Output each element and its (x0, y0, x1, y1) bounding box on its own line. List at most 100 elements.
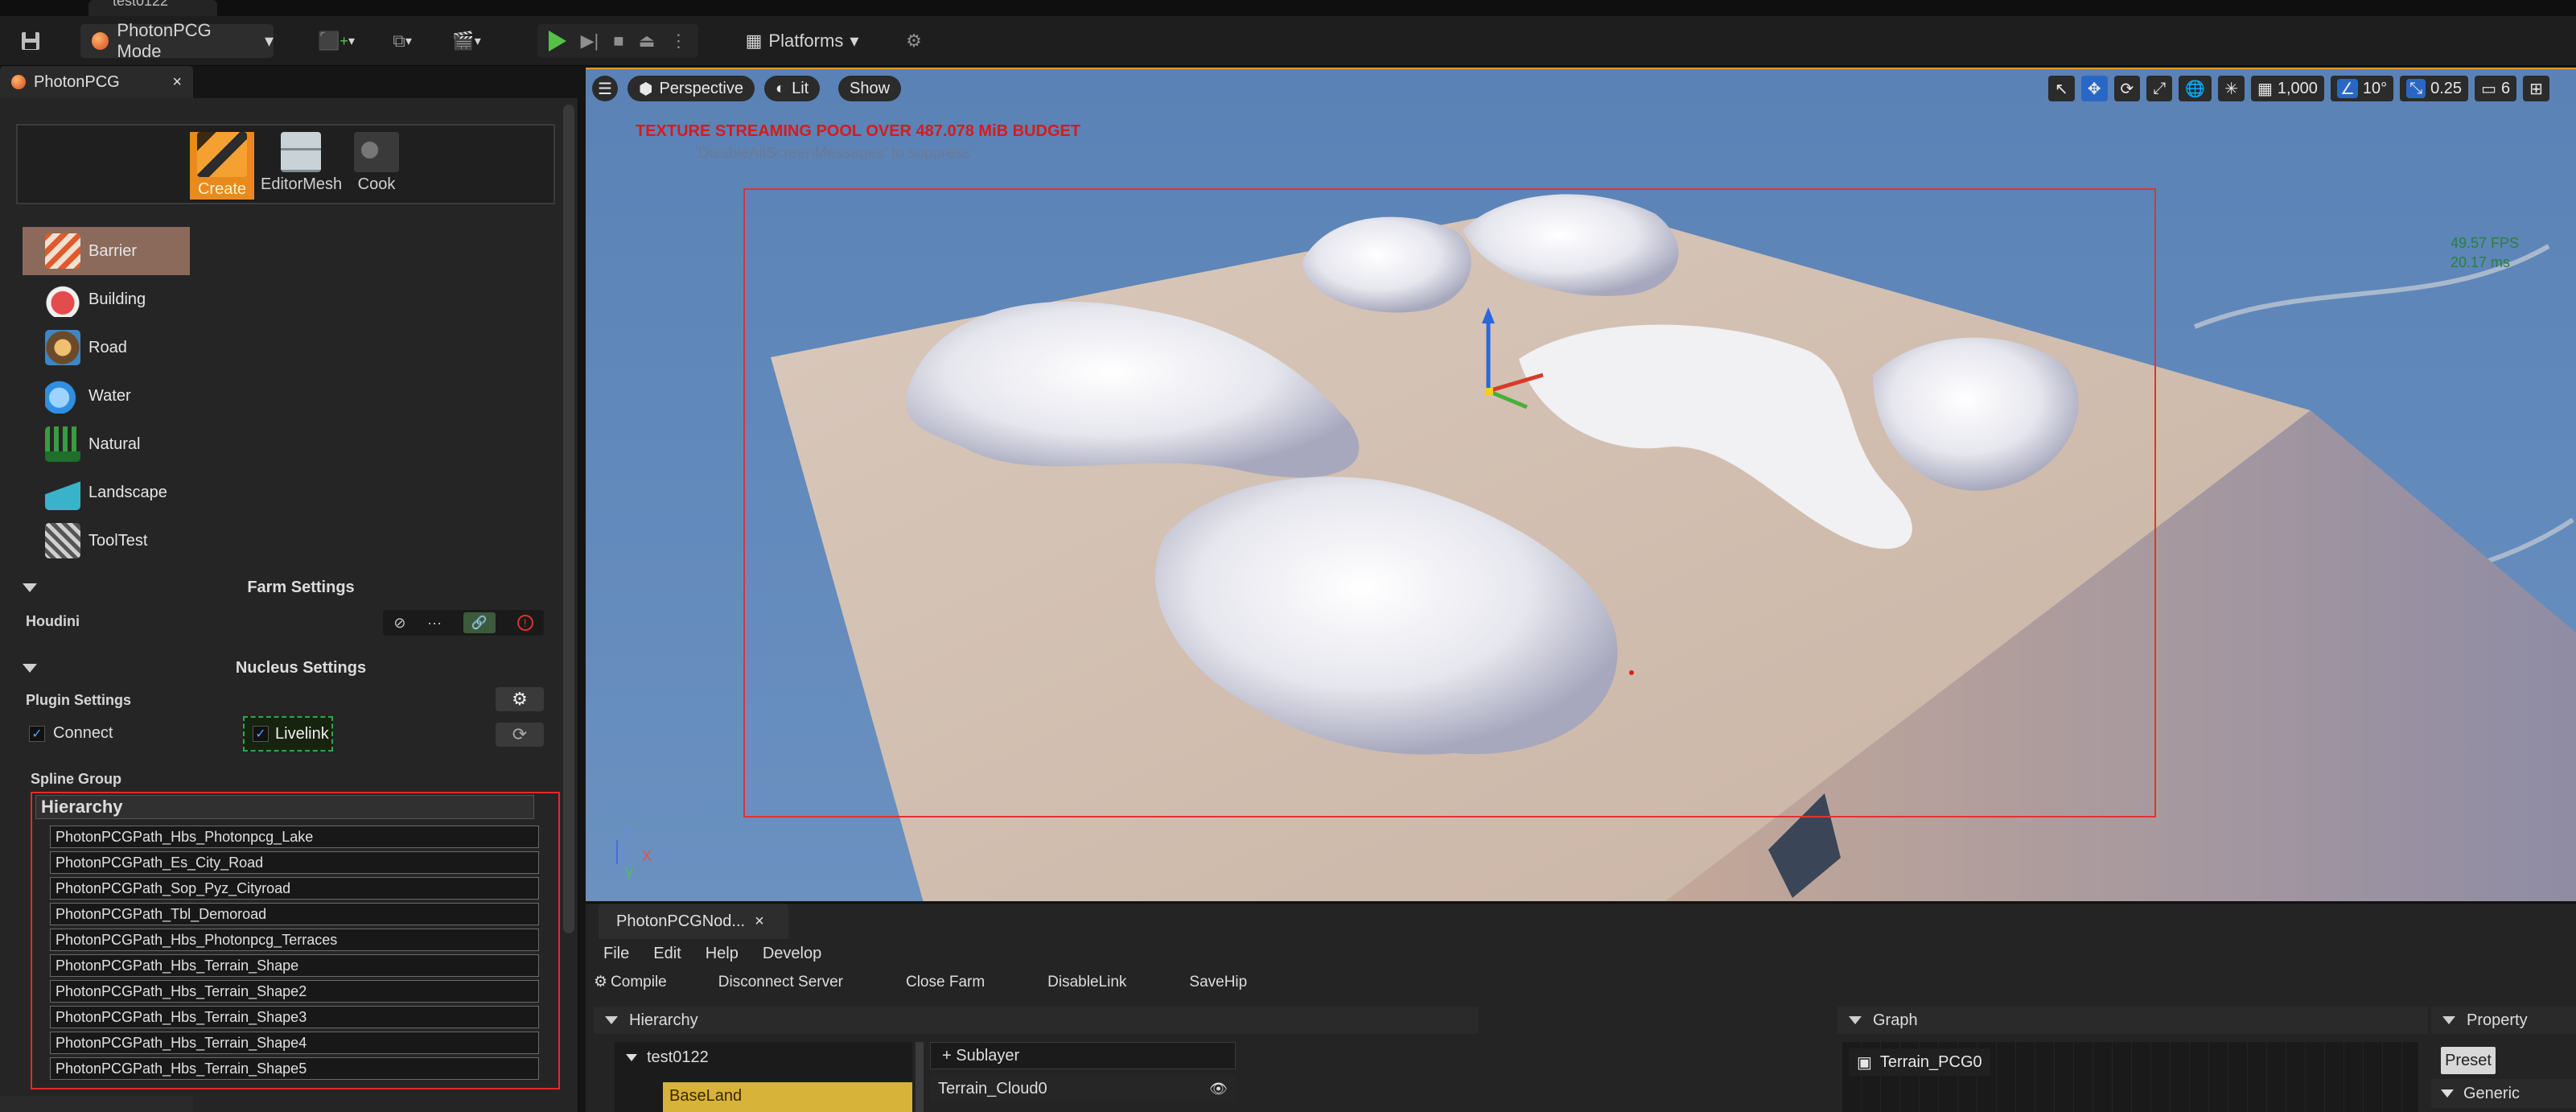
perspective-button[interactable]: ⬢ Perspective (628, 76, 755, 101)
step-icon[interactable]: ▶| (581, 31, 599, 51)
property-title: Property (2467, 1011, 2528, 1029)
list-item[interactable]: PhotonPCGPath_Hbs_Photonpcg_Terraces (50, 929, 539, 951)
list-item[interactable]: PhotonPCGPath_Hbs_Terrain_Shape3 (50, 1006, 539, 1028)
compile-button[interactable]: Compile (611, 974, 667, 991)
menu-help[interactable]: Help (706, 945, 739, 963)
add-sublayer-button[interactable]: + Sublayer (930, 1042, 1236, 1069)
category-item-road[interactable]: Road (23, 323, 190, 372)
category-item-water[interactable]: Water (23, 372, 190, 420)
category-item-landscape[interactable]: Landscape (23, 468, 190, 517)
more-options-icon[interactable]: ⋮ (669, 31, 687, 51)
viewport-menu-icon[interactable]: ☰ (592, 76, 618, 101)
eye-icon[interactable]: 👁 (1209, 1081, 1228, 1098)
category-item-natural[interactable]: Natural (23, 420, 190, 468)
preset-button[interactable]: Preset (2441, 1047, 2496, 1074)
menu-file[interactable]: File (603, 945, 629, 963)
select-icon[interactable]: ↖ (2048, 76, 2075, 101)
cinematics-icon[interactable]: 🎬 ▾ (442, 24, 491, 58)
photonpcg-tab[interactable]: PhotonPCG × (0, 66, 193, 98)
level-viewport[interactable]: ☰ ⬢ Perspective ◐ Lit Show ↖ ✥ ⟳ ⤢ 🌐 ✳ ▦ 1,… (586, 68, 2576, 901)
tree-item-selected[interactable]: BaseLand (663, 1082, 912, 1112)
link-icon[interactable]: 🔗 (463, 612, 496, 633)
rotation-snap-button[interactable]: ∠ 10° (2330, 76, 2394, 101)
axis-z-line (616, 840, 618, 864)
livelink-toggle[interactable]: ✓ Livelink (243, 716, 333, 752)
list-item[interactable]: PhotonPCGPath_Hbs_Terrain_Shape (50, 954, 539, 977)
generic-section-header[interactable]: Generic (2431, 1079, 2576, 1108)
mode-dropdown[interactable]: PhotonPCG Mode ▾ (80, 20, 274, 61)
lit-button[interactable]: ◐ Lit (764, 76, 821, 101)
show-button[interactable]: Show (838, 76, 902, 101)
scale-icon[interactable]: ⤢ (2146, 76, 2173, 101)
farm-settings-header[interactable]: Farm Settings (23, 573, 553, 602)
list-item[interactable]: PhotonPCGPath_Hbs_Terrain_Shape5 (50, 1057, 539, 1080)
close-icon[interactable]: × (172, 73, 182, 92)
cook-tab[interactable]: Cook (344, 132, 409, 194)
axis-gizmo: Z X Y (603, 826, 652, 882)
world-icon[interactable]: 🌐 (2179, 76, 2212, 101)
graph-node[interactable]: ▣ Terrain_PCG0 (1849, 1048, 1990, 1076)
add-actor-icon[interactable]: ⬛ + ▾ (312, 24, 360, 58)
splitter[interactable] (916, 1042, 924, 1112)
unlink-icon[interactable]: ⊘ (393, 615, 405, 632)
grid-icon: ▦ (2257, 80, 2273, 98)
list-item[interactable]: PhotonPCGPath_Hbs_Photonpcg_Lake (50, 826, 539, 848)
settings-icon[interactable]: ⚙ (896, 24, 932, 58)
disable-link-button[interactable]: DisableLink (1047, 974, 1126, 991)
menu-develop[interactable]: Develop (763, 945, 821, 963)
list-item[interactable]: PhotonPCGPath_Tbl_Demoroad (50, 903, 539, 925)
surface-snap-icon[interactable]: ✳ (2218, 76, 2245, 101)
disconnect-server-button[interactable]: Disconnect Server (718, 974, 843, 991)
cube-icon: ⬢ (639, 80, 653, 98)
houdini-farm-buttons: ⊘ ··· 🔗 ! (383, 610, 544, 636)
platforms-dropdown[interactable]: ▦ Platforms ▾ (734, 24, 870, 58)
camera-speed-button[interactable]: ▭ 6 (2475, 76, 2517, 101)
livelink-checkbox[interactable]: ✓ (253, 726, 269, 742)
scale-snap-button[interactable]: ⤡ 0.25 (2400, 76, 2469, 101)
create-tab[interactable]: Create (190, 132, 254, 200)
menu-edit[interactable]: Edit (653, 945, 681, 963)
list-item[interactable]: PhotonPCGPath_Sop_Pyz_Cityroad (50, 877, 539, 900)
eject-icon[interactable]: ⏏ (639, 31, 656, 51)
connect-checkbox[interactable]: ✓ (29, 726, 45, 742)
blueprint-icon[interactable]: ⧉ ▾ (378, 24, 426, 58)
left-panel-scrollbar[interactable] (563, 105, 574, 933)
hierarchy-section-header[interactable]: Hierarchy (594, 1007, 1479, 1034)
tree-root-item[interactable]: test0122 (626, 1048, 709, 1067)
category-item-building[interactable]: Building (23, 275, 190, 323)
category-item-barrier[interactable]: Barrier (23, 227, 190, 275)
refresh-icon[interactable]: ⟳ (496, 723, 544, 747)
list-item[interactable]: PhotonPCGPath_Es_City_Road (50, 851, 539, 874)
node-icon: ▣ (1857, 1053, 1872, 1072)
close-farm-button[interactable]: Close Farm (906, 974, 985, 991)
close-icon[interactable]: × (755, 912, 764, 931)
list-item[interactable]: PhotonPCGPath_Hbs_Terrain_Shape2 (50, 980, 539, 1003)
category-item-tooltest[interactable]: ToolTest (23, 517, 190, 565)
generic-label: Generic (2463, 1084, 2520, 1102)
move-icon[interactable]: ✥ (2080, 76, 2108, 101)
more-icon[interactable]: ··· (427, 615, 442, 632)
stop-icon[interactable]: ■ (613, 31, 623, 51)
photonpcg-node-tab-label: PhotonPCGNod... (616, 912, 746, 930)
graph-section-header[interactable]: Graph (1837, 1007, 2428, 1034)
nucleus-settings-header[interactable]: Nucleus Settings (23, 653, 553, 682)
list-item[interactable]: PhotonPCGPath_Hbs_Terrain_Shape4 (50, 1032, 539, 1054)
photonpcg-node-tab[interactable]: PhotonPCGNod... × (599, 904, 788, 939)
maximize-icon[interactable]: ⊞ (2523, 76, 2549, 101)
editormesh-tab[interactable]: EditorMesh (261, 132, 342, 194)
layer-row[interactable]: Terrain_Cloud0 👁 (930, 1076, 1236, 1102)
rotation-snap-value: 10° (2362, 79, 2388, 97)
error-icon[interactable]: ! (516, 615, 533, 631)
save-icon[interactable] (14, 24, 47, 58)
grid-snap-value: 1,000 (2277, 79, 2318, 97)
level-tab[interactable]: test0122 (88, 0, 217, 16)
grid-snap-button[interactable]: ▦ 1,000 (2250, 76, 2324, 101)
gear-icon[interactable]: ⚙ (496, 687, 544, 711)
attributes-tab[interactable] (0, 1096, 193, 1112)
save-hip-button[interactable]: SaveHip (1189, 974, 1247, 991)
play-icon[interactable] (548, 31, 566, 51)
spline-group-label: Spline Group (31, 771, 122, 787)
rotate-icon[interactable]: ⟳ (2113, 76, 2141, 101)
spline-hierarchy: Hierarchy PhotonPCGPath_Hbs_Photonpcg_La… (31, 792, 560, 1089)
property-section-header[interactable]: Property (2431, 1007, 2576, 1034)
